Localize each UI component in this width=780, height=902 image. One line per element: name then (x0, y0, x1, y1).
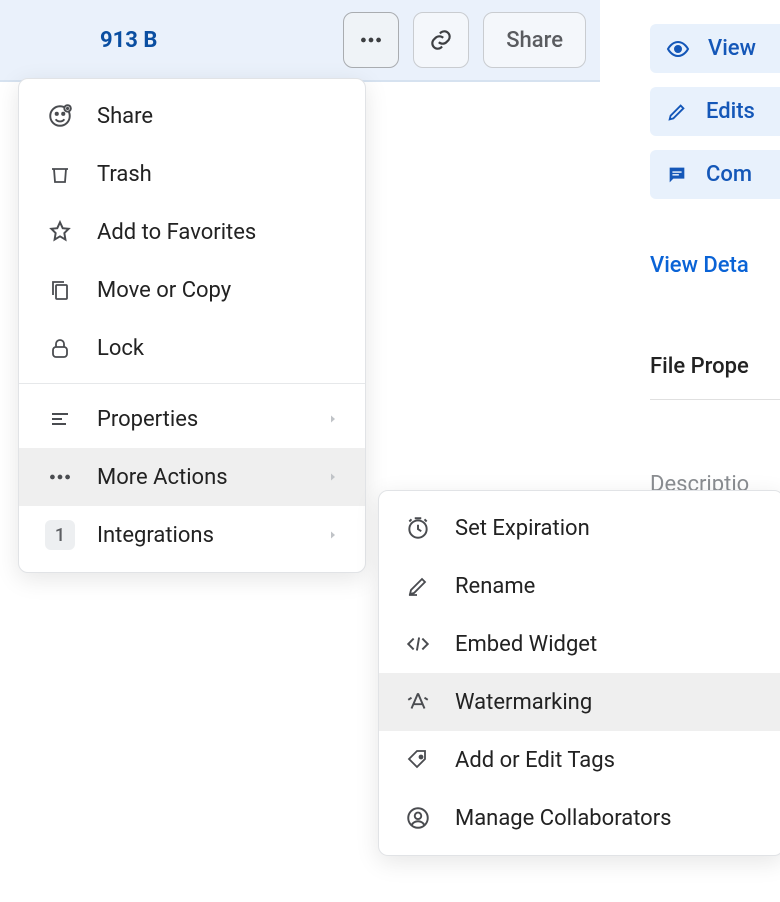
link-icon (428, 27, 454, 53)
more-button[interactable] (343, 12, 399, 68)
tag-icon (403, 745, 433, 775)
user-circle-icon (403, 803, 433, 833)
menu-label: Move or Copy (97, 278, 231, 303)
comment-icon (666, 164, 688, 186)
file-properties-heading: File Prope (650, 354, 780, 379)
chevron-right-icon (327, 471, 339, 483)
eye-icon (666, 37, 690, 61)
menu-label: Lock (97, 336, 144, 361)
rename-icon (403, 571, 433, 601)
submenu-item-watermarking[interactable]: Watermarking (379, 673, 780, 731)
menu-item-favorite[interactable]: Add to Favorites (19, 203, 365, 261)
chevron-right-icon (327, 413, 339, 425)
menu-item-move-copy[interactable]: Move or Copy (19, 261, 365, 319)
menu-label: Trash (97, 162, 152, 187)
menu-label: Properties (97, 407, 198, 432)
ellipsis-icon (358, 27, 384, 53)
chevron-right-icon (327, 529, 339, 541)
menu-item-properties[interactable]: Properties (19, 390, 365, 448)
menu-item-share[interactable]: Share (19, 87, 365, 145)
submenu-item-tags[interactable]: Add or Edit Tags (379, 731, 780, 789)
integrations-badge: 1 (45, 520, 75, 550)
menu-label: Share (97, 104, 153, 129)
pencil-icon (666, 101, 688, 123)
menu-label: Watermarking (455, 690, 592, 715)
add-person-icon (45, 101, 75, 131)
submenu-item-set-expiration[interactable]: Set Expiration (379, 499, 780, 557)
menu-label: Manage Collaborators (455, 806, 672, 831)
properties-icon (45, 404, 75, 434)
menu-label: Add or Edit Tags (455, 748, 615, 773)
chip-label: Edits (706, 99, 755, 124)
clock-icon (403, 513, 433, 543)
menu-label: Add to Favorites (97, 220, 256, 245)
share-button[interactable]: Share (483, 12, 586, 68)
topbar: 913 B Share (0, 0, 600, 82)
submenu-item-collaborators[interactable]: Manage Collaborators (379, 789, 780, 847)
chip-label: View (708, 36, 756, 61)
chip-edits[interactable]: Edits (650, 87, 780, 136)
chip-view[interactable]: View (650, 24, 780, 73)
star-icon (45, 217, 75, 247)
chip-label: Com (706, 162, 752, 187)
menu-label: More Actions (97, 465, 228, 490)
menu-item-integrations[interactable]: 1 Integrations (19, 506, 365, 564)
menu-label: Set Expiration (455, 516, 590, 541)
more-icon (45, 462, 75, 492)
submenu-more-actions: Set Expiration Rename Embed Widget Water… (378, 490, 780, 856)
menu-label: Integrations (97, 523, 214, 548)
watermark-icon (403, 687, 433, 717)
context-menu: Share Trash Add to Favorites Move or Cop… (18, 78, 366, 573)
menu-item-lock[interactable]: Lock (19, 319, 365, 377)
submenu-item-rename[interactable]: Rename (379, 557, 780, 615)
copy-icon (45, 275, 75, 305)
divider (650, 399, 780, 400)
trash-icon (45, 159, 75, 189)
menu-label: Rename (455, 574, 535, 599)
menu-label: Embed Widget (455, 632, 597, 657)
menu-item-more-actions[interactable]: More Actions (19, 448, 365, 506)
share-button-label: Share (506, 28, 563, 53)
menu-separator (19, 383, 365, 384)
lock-icon (45, 333, 75, 363)
chip-comments[interactable]: Com (650, 150, 780, 199)
menu-item-trash[interactable]: Trash (19, 145, 365, 203)
file-size: 913 B (100, 28, 157, 53)
link-button[interactable] (413, 12, 469, 68)
submenu-item-embed[interactable]: Embed Widget (379, 615, 780, 673)
view-details-link[interactable]: View Deta (650, 253, 780, 278)
code-icon (403, 629, 433, 659)
